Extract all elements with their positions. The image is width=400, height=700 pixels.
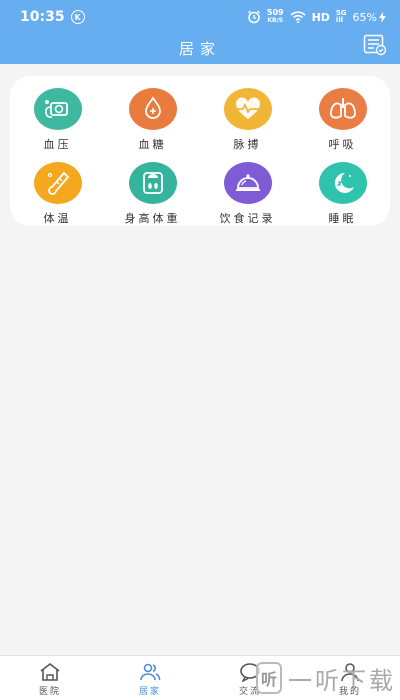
status-bar: 10:35 K 509 KB/S HD 5G ill 65% [0, 0, 400, 34]
grid-item-label: 体温 [43, 212, 72, 225]
tab-home-care[interactable]: 居家 [100, 656, 200, 700]
grid-item-blood-pressure[interactable]: 血压 [10, 88, 105, 152]
page-title: 居家 [178, 40, 221, 58]
message-button[interactable] [362, 32, 388, 58]
battery-indicator: 65% [353, 11, 386, 24]
grid-item-sleep[interactable]: 睡眠 [295, 162, 390, 226]
food-cloche-icon [223, 162, 272, 204]
hd-indicator: HD [311, 10, 330, 24]
moon-icon [318, 162, 367, 204]
watermark-text: 一听下载 [288, 666, 396, 695]
blood-pressure-icon [33, 88, 82, 130]
grid-item-label: 脉搏 [233, 138, 262, 151]
tab-hospital[interactable]: 医院 [0, 656, 100, 700]
grid-item-temperature[interactable]: 体温 [10, 162, 105, 226]
charging-icon [379, 11, 386, 23]
grid-item-label: 睡眠 [328, 212, 357, 225]
grid-item-blood-sugar[interactable]: 血糖 [105, 88, 200, 152]
users-icon [140, 663, 161, 681]
grid-item-label: 饮食记录 [219, 212, 276, 225]
net-speed: 509 KB/S [266, 8, 284, 25]
tab-label: 医院 [38, 687, 61, 697]
grid-item-pulse[interactable]: 脉搏 [200, 88, 295, 152]
grid-item-label: 血糖 [138, 138, 167, 151]
pulse-icon [223, 88, 272, 130]
grid-item-label: 呼吸 [328, 138, 357, 151]
watermark-badge: 听 [256, 662, 282, 694]
tab-label: 居家 [138, 687, 161, 697]
status-indicators: 509 KB/S HD 5G ill 65% [247, 9, 386, 25]
k-badge-icon: K [70, 10, 85, 24]
grid-item-breathing[interactable]: 呼吸 [295, 88, 390, 152]
thermometer-icon [33, 162, 82, 204]
status-time: 10:35 [20, 9, 65, 25]
wifi-icon [290, 11, 306, 23]
grid-item-height-weight[interactable]: 身高体重 [105, 162, 200, 226]
home-icon [40, 662, 60, 681]
grid-item-label: 身高体重 [124, 212, 181, 225]
title-bar: 居家 [0, 34, 400, 64]
grid-item-label: 血压 [43, 138, 72, 151]
grid-item-diet-record[interactable]: 饮食记录 [200, 162, 295, 226]
lungs-icon [318, 88, 367, 130]
health-grid: 血压 血糖 脉搏 呼吸 体温 身高体重 饮食记录 睡眠 [10, 88, 390, 226]
signal-indicator: 5G ill [335, 9, 347, 24]
alarm-icon [247, 10, 260, 24]
blood-sugar-icon [128, 88, 177, 130]
message-list-icon [363, 34, 387, 56]
watermark: 听 一听下载 [256, 656, 396, 700]
health-grid-card: 血压 血糖 脉搏 呼吸 体温 身高体重 饮食记录 睡眠 [10, 76, 390, 226]
scale-icon [128, 162, 177, 204]
